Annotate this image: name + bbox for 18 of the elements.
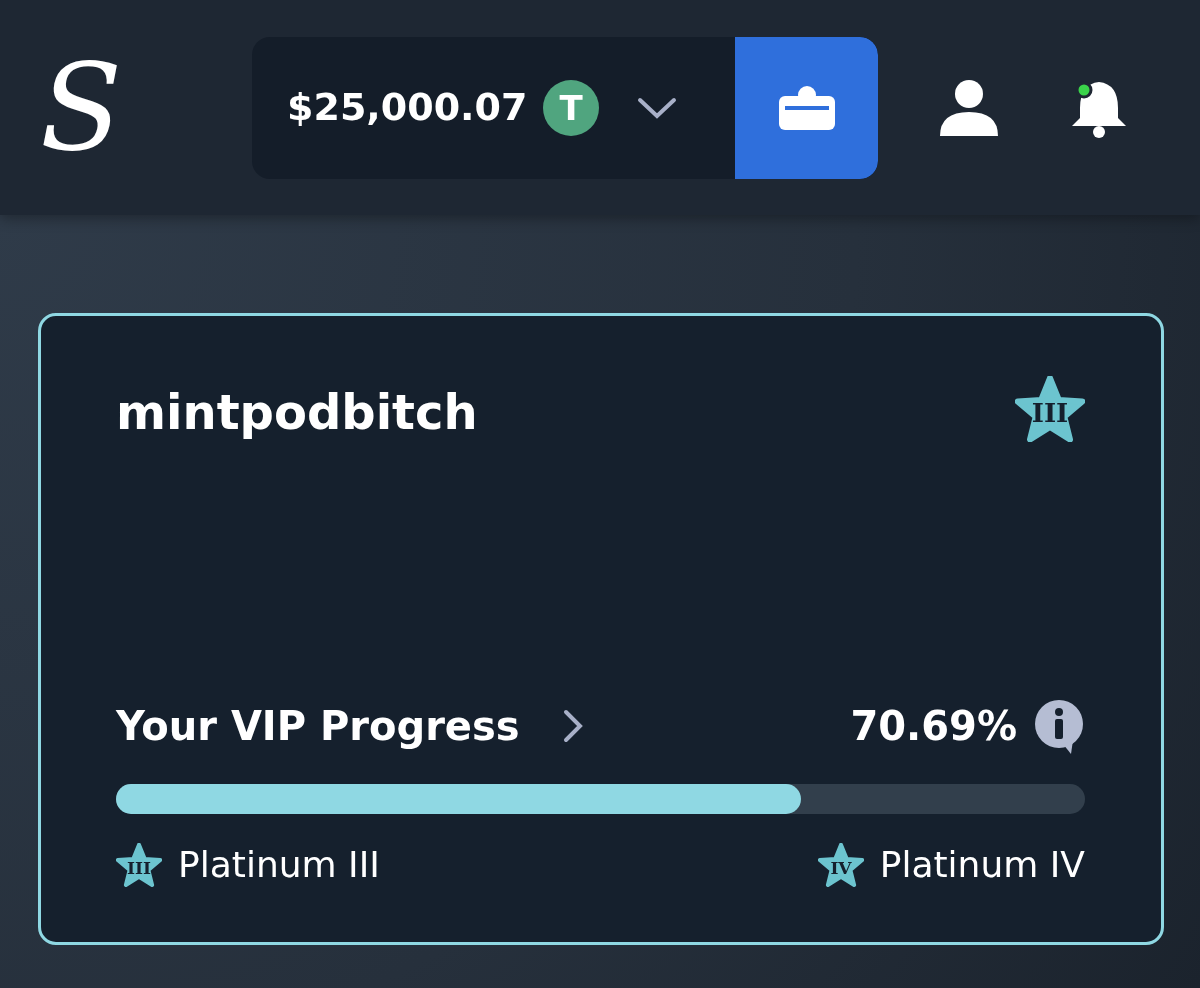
logo[interactable]: S [40,47,210,168]
user-icon[interactable] [940,79,998,136]
progress-percent: 70.69% [850,702,1017,751]
balance-amount: $25,000.07 [286,84,528,131]
star-badge-icon: III [116,843,162,887]
star-badge-icon: IV [817,843,864,887]
wallet-button[interactable] [735,36,878,179]
current-tier-label: Platinum III [178,843,380,887]
info-icon[interactable] [1033,698,1085,754]
balance-selector[interactable]: $25,000.07 T [252,36,878,179]
next-tier-label: Platinum IV [879,843,1085,887]
username: mintpodbitch [116,383,478,442]
coin-icon: T [543,79,600,136]
chevron-down-icon[interactable] [637,96,678,119]
chevron-right-icon[interactable] [561,709,584,743]
wallet-icon [778,85,835,130]
vip-progress-link[interactable]: Your VIP Progress [116,696,520,756]
star-badge-icon: III [1015,376,1085,442]
